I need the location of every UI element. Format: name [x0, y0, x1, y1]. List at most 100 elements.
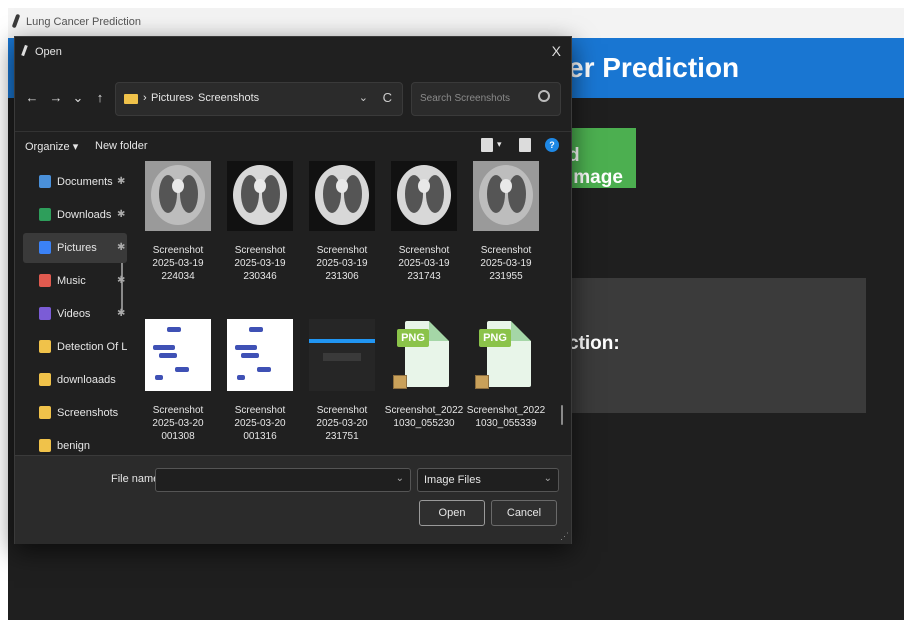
file-name-caption: Screenshot_2022 1030_055230 — [384, 405, 464, 429]
search-box[interactable]: Search Screenshots — [411, 82, 561, 116]
videos-icon — [39, 307, 51, 320]
app-titlebar: Lung Cancer Prediction — [8, 8, 904, 38]
sidebar-item-label: Music — [57, 275, 86, 287]
folder-icon — [39, 340, 51, 353]
file-tile[interactable]: PNG Screenshot_2022 1030_055230 — [383, 319, 465, 455]
organize-button[interactable]: Organize ▾ — [25, 140, 78, 153]
refresh-icon[interactable]: C — [383, 90, 392, 105]
folder-icon — [124, 94, 138, 104]
file-tile[interactable]: Screenshot 2025-03-19 230346 — [219, 161, 301, 304]
sidebar-item-screenshots[interactable]: Screenshots — [23, 398, 127, 428]
app-window-title: Lung Cancer Prediction — [26, 16, 141, 28]
dialog-title: Open — [35, 46, 62, 58]
ct-scan-thumbnail — [391, 161, 457, 231]
file-name-field[interactable]: ⌄ — [155, 468, 411, 492]
address-bar[interactable]: › Pictures › Screenshots ⌄ C — [115, 82, 403, 116]
file-tile[interactable]: Screenshot 2025-03-19 231306 — [301, 161, 383, 304]
diagram-thumbnail — [227, 319, 293, 391]
png-file-icon: PNG — [391, 319, 457, 391]
sidebar-item-label: Videos — [57, 308, 91, 320]
downloads-icon — [39, 208, 51, 221]
sidebar-item-label: downloaads — [57, 374, 116, 386]
upload-image-button[interactable]: d Image — [568, 128, 636, 188]
sidebar-item-downloads[interactable]: Downloads ✱ — [23, 200, 127, 230]
new-folder-button[interactable]: New folder — [95, 140, 148, 152]
view-dropdown-icon[interactable]: ▾ — [497, 139, 502, 150]
address-dropdown-icon[interactable]: ⌄ — [359, 91, 368, 104]
sidebar-item-label: Detection Of Lu — [57, 341, 127, 353]
ct-scan-thumbnail — [145, 161, 211, 231]
file-tile[interactable]: Screenshot 2025-03-19 231955 — [465, 161, 547, 304]
sidebar-item-detection-of-lu[interactable]: Detection Of Lu — [23, 332, 127, 362]
search-input[interactable]: Search Screenshots — [420, 93, 510, 104]
chevron-down-icon: ⌄ — [543, 473, 552, 484]
ct-scan-thumbnail — [227, 161, 293, 231]
file-name-caption: Screenshot 2025-03-20 231751 — [316, 405, 368, 442]
sidebar-item-benign[interactable]: benign — [23, 431, 127, 455]
diagram-thumbnail — [145, 319, 211, 391]
sidebar-item-videos[interactable]: Videos ✱ — [23, 299, 127, 329]
breadcrumb-pictures[interactable]: Pictures — [151, 92, 191, 104]
app-feather-icon — [11, 13, 21, 29]
forward-arrow-icon[interactable]: → — [47, 89, 65, 107]
view-options-icon[interactable] — [481, 138, 493, 152]
prediction-label: ction: — [568, 333, 620, 354]
file-tile[interactable]: Screenshot 2025-03-19 231743 — [383, 161, 465, 304]
sidebar-item-downloaads[interactable]: downloaads — [23, 365, 127, 395]
resize-grip-icon[interactable]: ⋰ — [560, 531, 569, 542]
navigation-pane: Documents ✱ Downloads ✱ Pictures ✱ Music ✱ Video… — [15, 161, 127, 455]
sidebar-item-music[interactable]: Music ✱ — [23, 266, 127, 296]
music-icon — [39, 274, 51, 287]
file-type-filter[interactable]: Image Files ⌄ — [417, 468, 559, 492]
navigation-bar: ← → ⌄ ↑ › Pictures › Screenshots ⌄ C Sea… — [15, 79, 571, 119]
file-tile[interactable]: PNG Screenshot_2022 1030_055339 — [465, 319, 547, 455]
app-screenshot-thumbnail — [309, 319, 375, 391]
dialog-footer: File name: ⌄ Image Files ⌄ Open Cancel ⋰ — [15, 455, 571, 544]
search-icon — [538, 90, 550, 102]
sidebar-item-documents[interactable]: Documents ✱ — [23, 167, 127, 197]
open-file-dialog: Open X ← → ⌄ ↑ › Pictures › Screenshots … — [14, 36, 572, 544]
folder-icon — [39, 406, 51, 419]
dialog-titlebar: Open X — [15, 37, 571, 67]
dialog-app-icon — [21, 44, 28, 57]
up-arrow-icon[interactable]: ↑ — [91, 89, 109, 107]
sidebar-item-pictures[interactable]: Pictures ✱ — [23, 233, 127, 263]
sidebar-item-label: Pictures — [57, 242, 97, 254]
file-name-caption: Screenshot 2025-03-19 231306 — [316, 245, 368, 282]
chevron-down-icon[interactable]: ⌄ — [396, 473, 404, 484]
ct-scan-thumbnail — [309, 161, 375, 231]
command-bar: Organize ▾ New folder ▾ ? — [15, 131, 571, 160]
pin-icon: ✱ — [117, 209, 126, 220]
sidebar-item-label: Documents — [57, 176, 113, 188]
pin-icon: ✱ — [117, 242, 126, 253]
file-tile[interactable]: Screenshot 2025-03-19 224034 — [137, 161, 219, 304]
pin-icon: ✱ — [117, 176, 126, 187]
cancel-button[interactable]: Cancel — [491, 500, 557, 526]
open-button[interactable]: Open — [419, 500, 485, 526]
back-arrow-icon[interactable]: ← — [23, 89, 41, 107]
pin-icon: ✱ — [117, 308, 126, 319]
ct-scan-thumbnail — [473, 161, 539, 231]
recent-locations-icon[interactable]: ⌄ — [69, 89, 87, 107]
sidebar-item-label: benign — [57, 440, 91, 452]
preview-pane-icon[interactable] — [519, 138, 531, 152]
app-header-title: er Prediction — [568, 52, 740, 83]
png-file-icon: PNG — [473, 319, 539, 391]
file-name-caption: Screenshot_2022 1030_055339 — [466, 405, 546, 429]
file-tile[interactable]: Screenshot 2025-03-20 001308 — [137, 319, 219, 455]
folder-icon — [39, 373, 51, 386]
upload-image-label: d Image — [568, 145, 623, 188]
sidebar-item-label: Screenshots — [57, 407, 119, 419]
file-tile[interactable]: Screenshot 2025-03-20 231751 — [301, 319, 383, 455]
documents-icon — [39, 175, 51, 188]
file-type-value: Image Files — [424, 474, 481, 486]
help-icon[interactable]: ? — [545, 138, 559, 152]
file-tile[interactable]: Screenshot 2025-03-20 001316 — [219, 319, 301, 455]
pin-icon: ✱ — [117, 275, 126, 286]
sidebar-item-label: Downloads — [57, 209, 112, 221]
close-icon[interactable]: X — [552, 43, 561, 59]
file-grid-scrollbar[interactable] — [561, 405, 563, 425]
file-name-caption: Screenshot 2025-03-20 001316 — [234, 405, 286, 442]
breadcrumb-screenshots[interactable]: Screenshots — [198, 92, 259, 104]
folder-icon — [39, 439, 51, 452]
